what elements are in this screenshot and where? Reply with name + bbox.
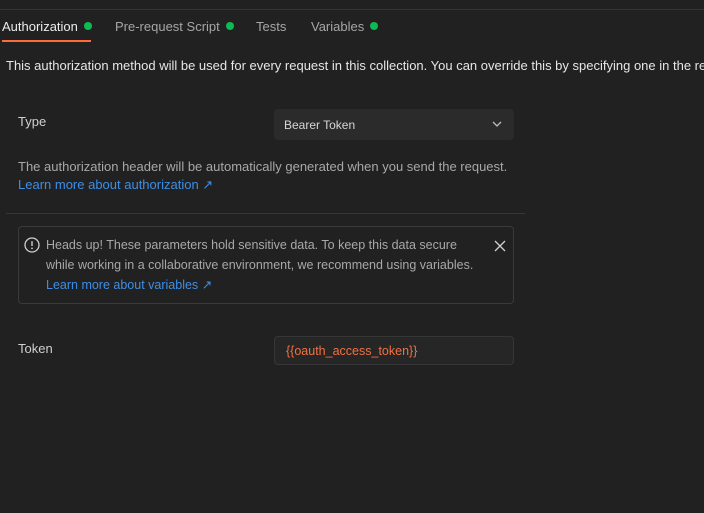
tab-variables-indicator <box>370 22 379 30</box>
tab-authorization-indicator <box>83 22 92 30</box>
tab-tests-label: Tests <box>256 18 287 34</box>
alert-circle-icon <box>24 237 40 253</box>
active-tab-underline <box>2 40 91 42</box>
tab-bar: Authorization Pre-request Script Tests V… <box>0 10 704 42</box>
collection-auth-panel: Authorization Pre-request Script Tests V… <box>0 0 704 513</box>
alert-message: Heads up! These parameters hold sensitiv… <box>46 235 486 295</box>
tab-pre-request-script-indicator <box>225 22 234 30</box>
auth-help-text: The authorization header will be automat… <box>18 159 508 174</box>
auth-type-value: Bearer Token <box>284 117 356 132</box>
alert-text: Heads up! These parameters hold sensitiv… <box>46 238 474 272</box>
close-icon[interactable] <box>494 240 506 252</box>
auth-type-select[interactable]: Bearer Token <box>274 109 514 140</box>
tab-authorization[interactable]: Authorization <box>2 10 92 42</box>
token-label: Token <box>18 341 53 356</box>
sensitive-data-alert: Heads up! These parameters hold sensitiv… <box>18 226 514 304</box>
tab-tests[interactable]: Tests <box>256 10 286 42</box>
section-divider <box>6 213 525 214</box>
tab-variables[interactable]: Variables <box>311 10 379 42</box>
auth-info-text: This authorization method will be used f… <box>6 58 704 73</box>
chevron-down-icon <box>492 121 502 127</box>
token-value: {{oauth_access_token}} <box>286 343 418 358</box>
tab-variables-label: Variables <box>311 18 365 34</box>
learn-more-variables-link[interactable]: Learn more about variables ↗ <box>46 278 212 292</box>
token-input[interactable]: {{oauth_access_token}} <box>274 336 514 365</box>
tab-pre-request-script[interactable]: Pre-request Script <box>115 10 234 42</box>
tab-pre-request-script-label: Pre-request Script <box>115 18 220 34</box>
type-label: Type <box>18 114 47 129</box>
tab-authorization-label: Authorization <box>2 18 78 34</box>
learn-more-authorization-link[interactable]: Learn more about authorization ↗ <box>18 177 213 193</box>
